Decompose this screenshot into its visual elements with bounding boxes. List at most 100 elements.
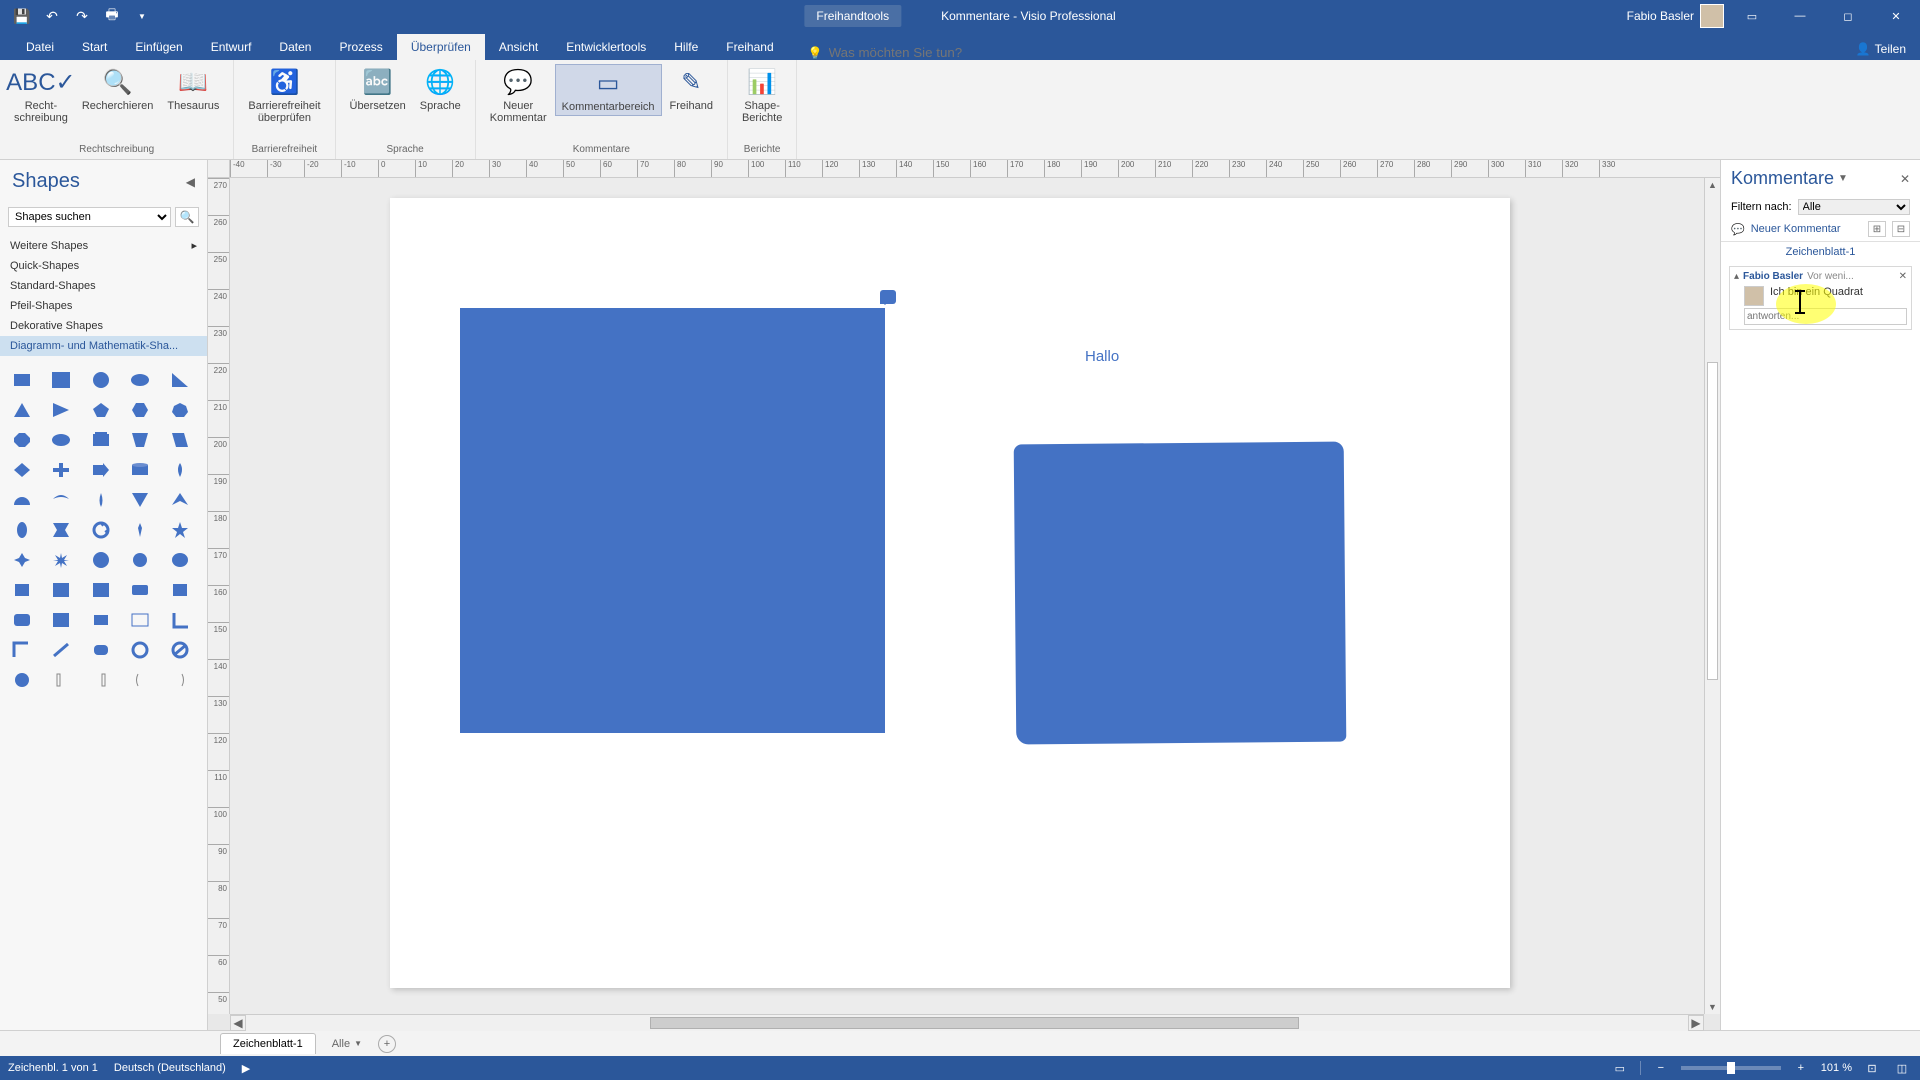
shapes-category[interactable]: Weitere Shapes▸ xyxy=(0,235,207,256)
shape-stencil-item[interactable] xyxy=(166,458,194,482)
shapes-search-button[interactable]: 🔍 xyxy=(175,207,199,227)
tell-me-input[interactable] xyxy=(829,45,1009,60)
shape-stencil-item[interactable] xyxy=(47,638,75,662)
vscroll-thumb[interactable] xyxy=(1707,362,1718,680)
research-button[interactable]: 🔍Recherchieren xyxy=(76,64,160,114)
collapse-comment-icon[interactable]: ▴ xyxy=(1734,271,1739,282)
shape-stencil-item[interactable] xyxy=(8,638,36,662)
switch-window-icon[interactable]: ◫ xyxy=(1892,1060,1912,1076)
shape-stencil-item[interactable] xyxy=(8,548,36,572)
page-tab-active[interactable]: Zeichenblatt-1 xyxy=(220,1033,316,1054)
shape-stencil-item[interactable] xyxy=(47,608,75,632)
shapes-category[interactable]: Dekorative Shapes xyxy=(0,316,207,336)
scroll-down-icon[interactable]: ▼ xyxy=(1705,1000,1720,1014)
zoom-in-icon[interactable]: + xyxy=(1791,1060,1811,1076)
shape-stencil-item[interactable] xyxy=(8,518,36,542)
maximize-icon[interactable]: ◻ xyxy=(1828,2,1868,30)
drawing-page[interactable]: Hallo xyxy=(390,198,1510,988)
collapse-all-icon[interactable]: ⊟ xyxy=(1892,221,1910,237)
shape-stencil-item[interactable] xyxy=(87,608,115,632)
qat-dropdown-icon[interactable]: ▼ xyxy=(128,2,156,30)
expand-all-icon[interactable]: ⊞ xyxy=(1868,221,1886,237)
shape-stencil-item[interactable] xyxy=(87,488,115,512)
shape-stencil-item[interactable] xyxy=(126,548,154,572)
shape-stencil-item[interactable] xyxy=(8,668,36,692)
comments-dropdown-icon[interactable]: ▼ xyxy=(1838,173,1848,184)
shape-stencil-item[interactable] xyxy=(166,608,194,632)
shape-stencil-item[interactable] xyxy=(8,488,36,512)
shape-stencil-item[interactable] xyxy=(47,548,75,572)
tell-me-search[interactable]: 💡 xyxy=(808,45,1009,60)
rectangle-shape[interactable] xyxy=(460,308,885,733)
scroll-up-icon[interactable]: ▲ xyxy=(1705,178,1720,192)
shape-stencil-item[interactable] xyxy=(166,638,194,662)
comment-pane-button[interactable]: ▭Kommentarbereich xyxy=(555,64,662,116)
ribbon-tab-entwurf[interactable]: Entwurf xyxy=(197,34,266,60)
ribbon-tab-start[interactable]: Start xyxy=(68,34,121,60)
shapes-category[interactable]: Pfeil-Shapes xyxy=(0,296,207,316)
save-icon[interactable]: 💾 xyxy=(8,2,36,30)
shape-stencil-item[interactable] xyxy=(47,368,75,392)
add-page-button[interactable]: + xyxy=(378,1035,396,1053)
presentation-mode-icon[interactable]: ▭ xyxy=(1610,1060,1630,1076)
shape-stencil-item[interactable] xyxy=(87,368,115,392)
undo-icon[interactable]: ↶ xyxy=(38,2,66,30)
shape-stencil-item[interactable] xyxy=(8,578,36,602)
thesaurus-button[interactable]: 📖Thesaurus xyxy=(161,64,225,114)
ribbon-tab-prozess[interactable]: Prozess xyxy=(325,34,396,60)
context-tab-freihandtools[interactable]: Freihandtools xyxy=(804,5,901,27)
shape-stencil-item[interactable] xyxy=(87,398,115,422)
shape-stencil-item[interactable] xyxy=(47,668,75,692)
user-account[interactable]: Fabio Basler xyxy=(1627,4,1724,28)
spellcheck-button[interactable]: ABC✓Recht-schreibung xyxy=(8,64,74,126)
ribbon-tab-einfügen[interactable]: Einfügen xyxy=(121,34,196,60)
shape-stencil-item[interactable] xyxy=(166,368,194,392)
ribbon-tab-ansicht[interactable]: Ansicht xyxy=(485,34,552,60)
ribbon-tab-daten[interactable]: Daten xyxy=(265,34,325,60)
filter-select[interactable]: Alle xyxy=(1798,199,1910,215)
shape-stencil-item[interactable] xyxy=(126,428,154,452)
shape-stencil-item[interactable] xyxy=(166,548,194,572)
hscroll-thumb[interactable] xyxy=(650,1017,1299,1029)
shapes-category[interactable]: Quick-Shapes xyxy=(0,256,207,276)
shape-stencil-item[interactable] xyxy=(87,518,115,542)
shape-stencil-item[interactable] xyxy=(8,458,36,482)
redo-icon[interactable]: ↷ xyxy=(68,2,96,30)
shape-stencil-item[interactable] xyxy=(47,488,75,512)
shape-stencil-item[interactable] xyxy=(87,548,115,572)
close-comments-icon[interactable]: ✕ xyxy=(1900,172,1910,186)
shape-stencil-item[interactable] xyxy=(8,368,36,392)
minimize-icon[interactable]: — xyxy=(1780,2,1820,30)
freehand-square-shape[interactable] xyxy=(1014,442,1347,745)
reply-input[interactable] xyxy=(1744,308,1907,325)
shape-stencil-item[interactable] xyxy=(126,518,154,542)
shape-stencil-item[interactable] xyxy=(126,638,154,662)
page-tab-all[interactable]: Alle ▼ xyxy=(324,1034,370,1054)
shape-stencil-item[interactable] xyxy=(126,398,154,422)
shape-stencil-item[interactable] xyxy=(8,398,36,422)
zoom-out-icon[interactable]: − xyxy=(1651,1060,1671,1076)
fit-page-icon[interactable]: ⊡ xyxy=(1862,1060,1882,1076)
shape-stencil-item[interactable] xyxy=(47,458,75,482)
new-comment-button[interactable]: Neuer Kommentar xyxy=(1751,223,1841,235)
ribbon-tab-freihand[interactable]: Freihand xyxy=(712,34,787,60)
shape-stencil-item[interactable] xyxy=(47,398,75,422)
shape-stencil-item[interactable] xyxy=(47,428,75,452)
shape-stencil-item[interactable] xyxy=(87,428,115,452)
shape-stencil-item[interactable] xyxy=(126,458,154,482)
shape-stencil-item[interactable] xyxy=(8,608,36,632)
shape-stencil-item[interactable] xyxy=(166,518,194,542)
translate-button[interactable]: 🔤Übersetzen xyxy=(344,64,412,114)
text-hallo[interactable]: Hallo xyxy=(1085,348,1119,365)
ribbon-tab-entwicklertools[interactable]: Entwicklertools xyxy=(552,34,660,60)
shape-stencil-item[interactable] xyxy=(126,488,154,512)
shape-stencil-item[interactable] xyxy=(47,518,75,542)
shape-stencil-item[interactable] xyxy=(126,668,154,692)
shape-stencil-item[interactable] xyxy=(47,578,75,602)
share-button[interactable]: 👤 Teilen xyxy=(1842,38,1920,60)
shape-stencil-item[interactable] xyxy=(166,488,194,512)
comment-indicator-icon[interactable] xyxy=(880,290,896,304)
new-comment-button[interactable]: 💬NeuerKommentar xyxy=(484,64,553,126)
shape-stencil-item[interactable] xyxy=(87,578,115,602)
delete-comment-icon[interactable]: ✕ xyxy=(1899,271,1907,282)
